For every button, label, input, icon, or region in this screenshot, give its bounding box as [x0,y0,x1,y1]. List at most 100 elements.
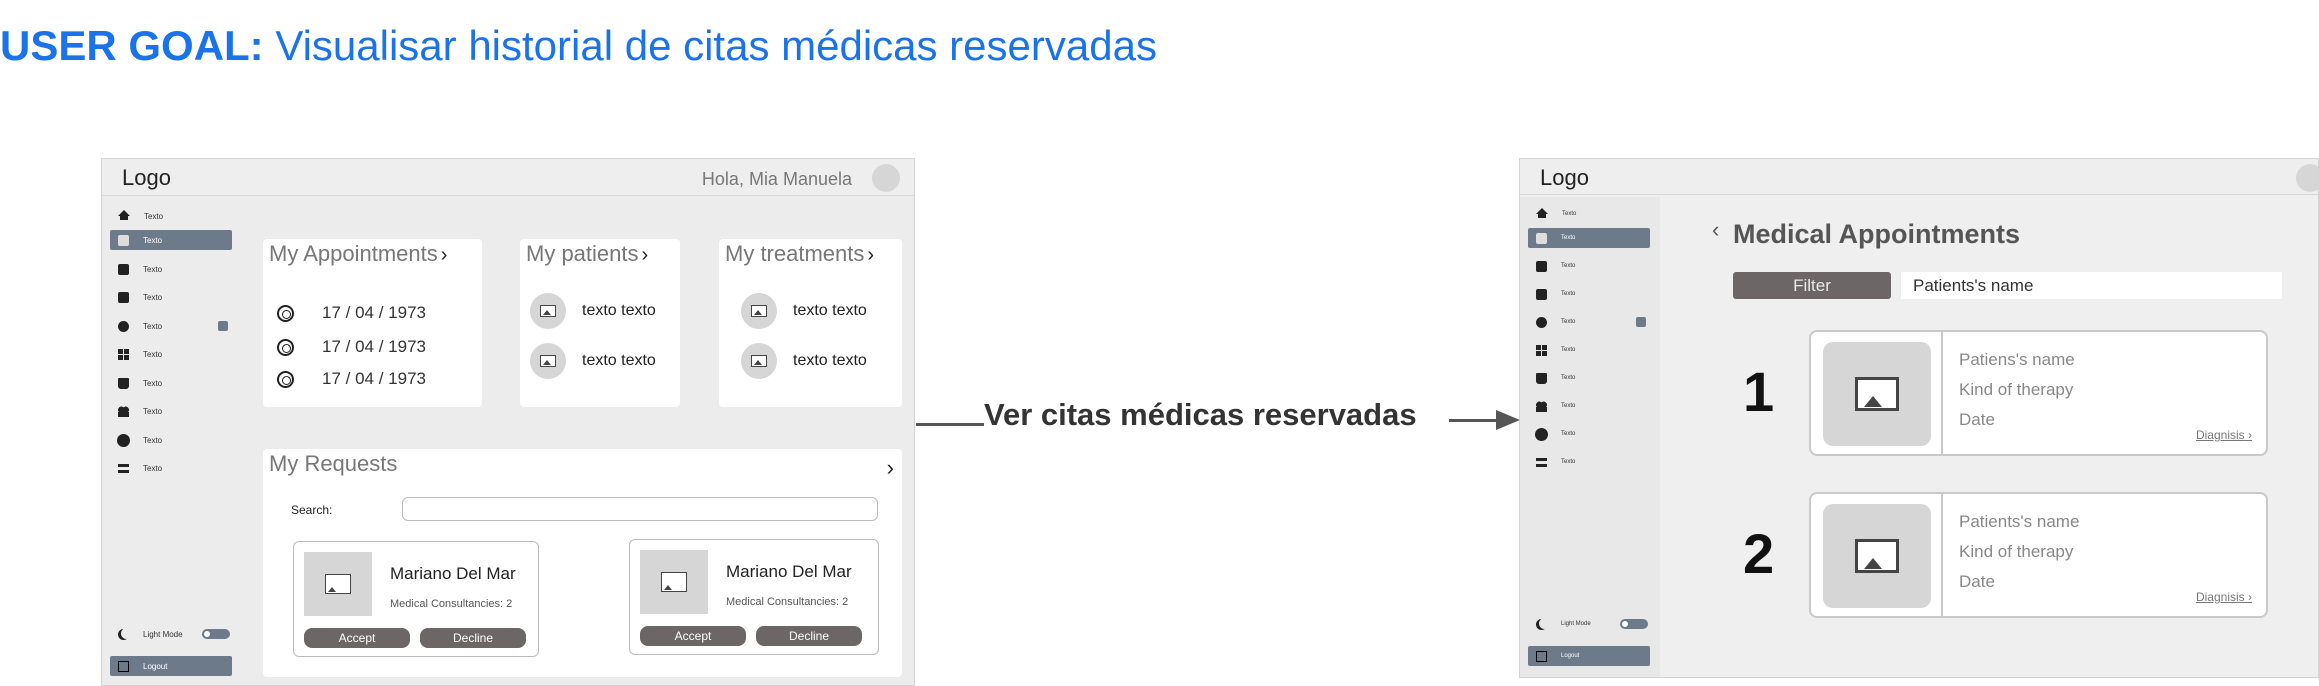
sidebar-item-label: Texto [1561,235,1576,241]
profile-card-icon [1536,260,1547,272]
sidebar-item-8[interactable]: Texto [1528,396,1650,416]
image-icon [661,572,687,592]
appointment-date: Date [1959,572,1995,591]
decline-button[interactable]: Decline [756,626,862,646]
treatment-row[interactable]: texto texto [741,343,867,379]
gear-icon [118,434,129,446]
top-bar: Logo Hola, Mia Manuela [102,159,914,196]
treatment-row[interactable]: texto texto [741,293,867,329]
medical-appointments-screen: Logo Texto Texto Texto Texto Texto Texto… [1519,158,2319,678]
clock-icon [277,370,294,388]
appointment-card[interactable]: Patients's name Kind of therapy Date Dia… [1809,492,2268,618]
search-input[interactable] [402,497,878,521]
sidebar-item-3[interactable]: Texto [1528,256,1650,276]
sidebar-item-10[interactable]: Texto [1528,452,1650,472]
patient-name: Patiens's name [1959,350,2075,369]
sidebar-item-9[interactable]: Texto [110,430,232,450]
sidebar-item-4[interactable]: Texto [110,287,232,307]
image-icon [751,305,767,317]
flow-arrow-line-right [1449,419,1473,422]
avatar[interactable] [2296,164,2318,192]
logout-label: Logout [143,661,168,671]
requests-title[interactable]: My Requests [269,451,397,477]
request-name: Mariano Del Mar [390,564,516,583]
accept-button[interactable]: Accept [640,626,746,646]
avatar[interactable] [872,164,900,192]
sidebar-item-label: Texto [144,211,164,221]
appointment-row[interactable]: 17 / 04 / 1973 [277,369,426,389]
sidebar-item-8[interactable]: Texto [110,401,232,421]
patient-row[interactable]: texto texto [530,293,656,329]
image-icon [1855,539,1899,573]
filter-button[interactable]: Filter [1733,272,1891,299]
image-placeholder-icon [741,343,777,379]
sidebar-item-4[interactable]: Texto [1528,284,1650,304]
user-goal-heading: USER GOAL: Visualisar historial de citas… [0,22,1157,70]
treatments-title[interactable]: My treatments › [725,241,874,267]
appointments-title[interactable]: My Appointments › [269,241,447,267]
decline-button[interactable]: Decline [420,628,526,648]
chat-icon [118,320,129,332]
sidebar-item-7[interactable]: Texto [1528,368,1650,388]
sidebar-item-5[interactable]: Texto [110,316,232,336]
treatment-name: texto texto [793,352,867,369]
chevron-right-icon[interactable]: › [887,455,894,481]
patient-name: texto texto [582,302,656,319]
sidebar-item-3[interactable]: Texto [110,259,232,279]
filter-input-value: Patients's name [1913,275,2034,295]
appointment-number: 2 [1743,522,1775,585]
diagnosis-link[interactable]: Diagnisis › [2196,428,2252,442]
bag-icon [118,377,129,389]
back-chevron-icon[interactable]: ‹ [1712,217,1719,243]
sidebar-item-7[interactable]: Texto [110,373,232,393]
sidebar-item-2[interactable]: Texto [1528,228,1650,248]
diagnosis-link[interactable]: Diagnisis › [2196,590,2252,604]
treatments-card: My treatments › texto texto texto texto [719,239,902,407]
sidebar-item-1[interactable]: Texto [1528,204,1650,224]
patient-row[interactable]: texto texto [530,343,656,379]
logout-button[interactable]: Logout [1528,646,1650,666]
image-placeholder-icon [530,293,566,329]
document-icon [1536,288,1547,300]
patient-name: Patients's name [1959,512,2080,531]
therapy-type: Kind of therapy [1959,542,2074,561]
sidebar: Texto Texto Texto Texto Texto Texto Text… [102,197,242,685]
logout-button[interactable]: Logout [110,656,232,676]
patient-name-filter-input[interactable]: Patients's name [1901,272,2282,299]
light-mode-toggle[interactable] [1620,619,1648,629]
logout-icon [118,660,129,672]
edit-icon [118,234,129,246]
light-mode-label: Light Mode [1561,621,1591,627]
image-icon [751,355,767,367]
accept-button[interactable]: Accept [304,628,410,648]
sidebar-item-10[interactable]: Texto [110,458,232,478]
logo: Logo [1540,165,1589,190]
sidebar-item-label: Texto [1561,319,1576,325]
image-placeholder-icon [640,550,708,614]
greeting: Hola, Mia Manuela [701,169,852,189]
flow-arrow-line-left [916,423,984,426]
patients-title[interactable]: My patients › [526,241,648,267]
chat-icon [1536,316,1547,328]
sidebar-item-label: Texto [1561,431,1576,437]
sidebar-item-5[interactable]: Texto [1528,312,1650,332]
request-card: Mariano Del Mar Medical Consultancies: 2… [293,541,539,657]
clock-icon [277,338,294,356]
sidebar-item-label: Texto [1561,375,1576,381]
sidebar-item-label: Texto [143,406,163,416]
home-icon [118,210,130,220]
sidebar-item-1[interactable]: Texto [110,206,232,226]
sidebar-item-label: Texto [1561,263,1576,269]
appointment-card[interactable]: Patiens's name Kind of therapy Date Diag… [1809,330,2268,456]
appointment-row[interactable]: 17 / 04 / 1973 [277,337,426,357]
sidebar-item-label: Texto [1561,291,1576,297]
request-card: Mariano Del Mar Medical Consultancies: 2… [629,539,879,655]
appointment-row[interactable]: 17 / 04 / 1973 [277,303,426,323]
sidebar-item-2[interactable]: Texto [110,230,232,250]
treatments-title-text: My treatments [725,241,865,266]
grid-icon [1536,344,1547,356]
light-mode-toggle[interactable] [202,629,230,639]
sidebar-item-6[interactable]: Texto [1528,340,1650,360]
sidebar-item-6[interactable]: Texto [110,344,232,364]
sidebar-item-9[interactable]: Texto [1528,424,1650,444]
